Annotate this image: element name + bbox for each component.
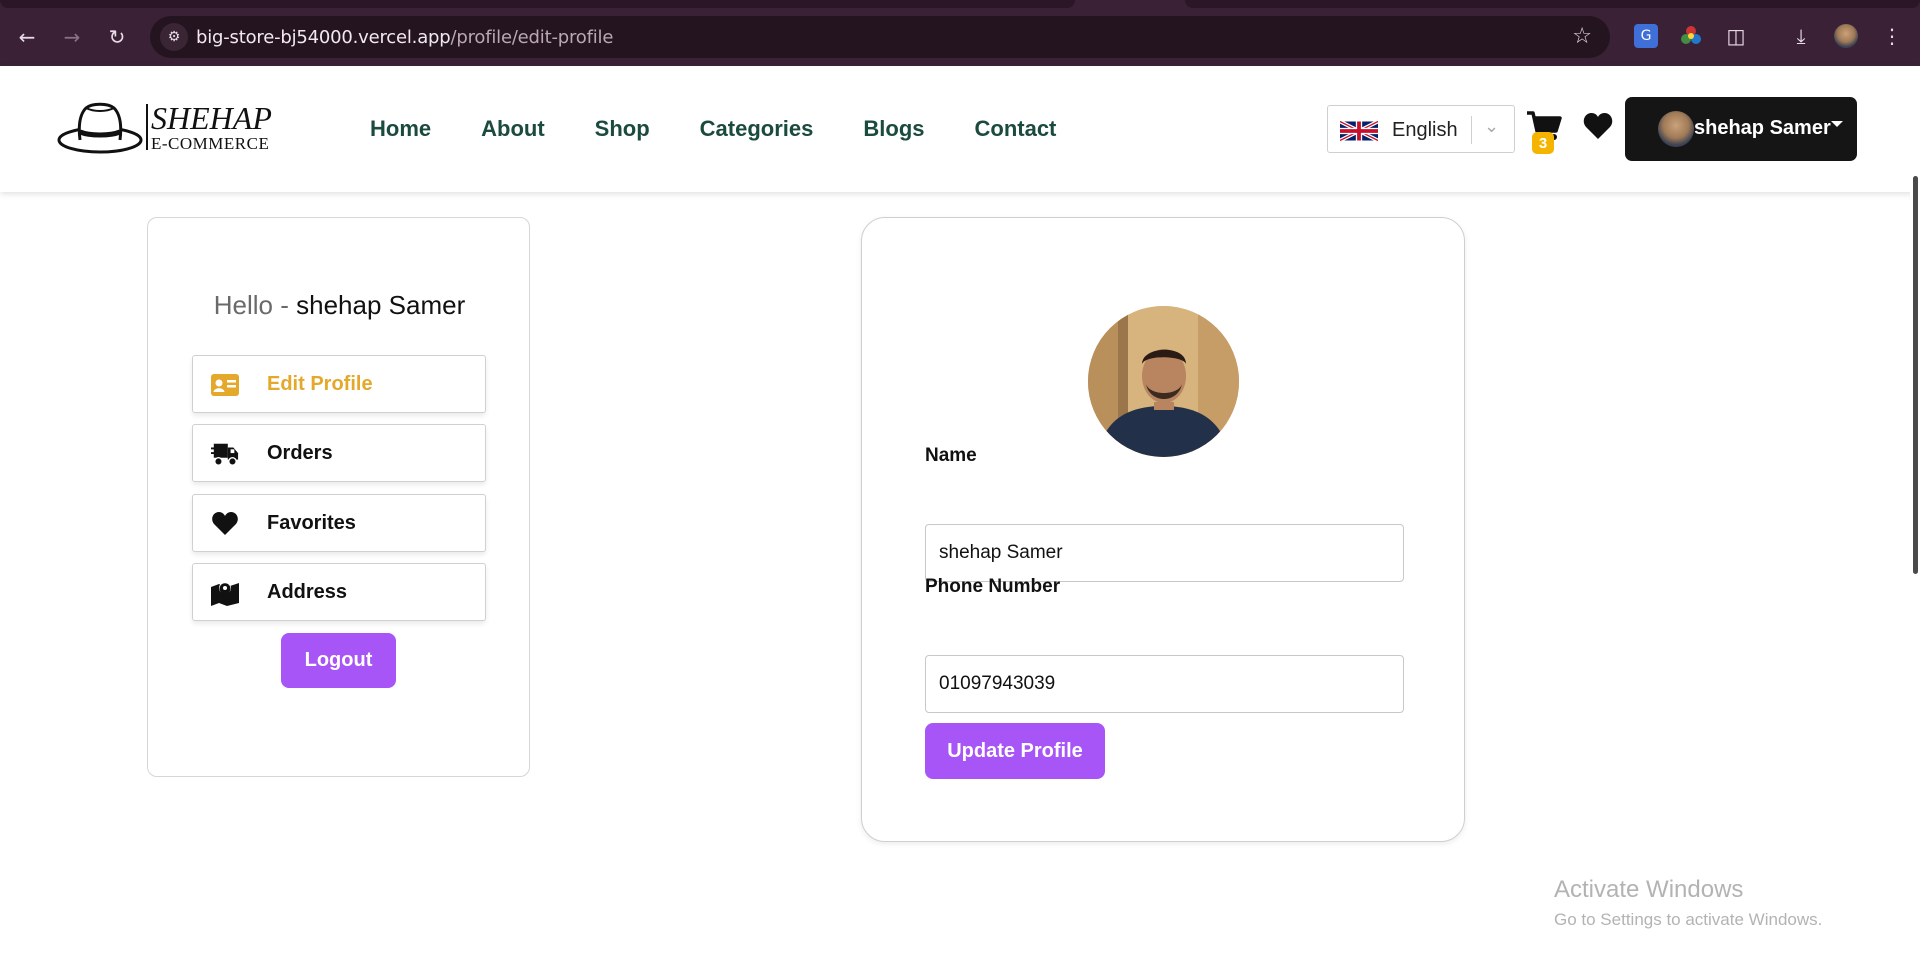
logout-button[interactable]: Logout xyxy=(281,633,396,688)
language-select[interactable]: English ⌄ xyxy=(1327,105,1515,153)
name-input[interactable] xyxy=(925,524,1404,582)
site-settings-icon[interactable]: ⚙ xyxy=(160,23,188,51)
hello-greeting: Hello - shehap Samer xyxy=(148,290,531,321)
page-scrollbar-thumb[interactable] xyxy=(1913,176,1918,574)
google-translate-icon[interactable]: G xyxy=(1634,24,1658,48)
nav-categories-link[interactable]: Categories xyxy=(700,116,814,142)
update-profile-button[interactable]: Update Profile xyxy=(925,723,1105,779)
url-host: big-store-bj54000.vercel.app xyxy=(196,27,451,48)
hello-name: shehap Samer xyxy=(296,290,466,320)
select-separator xyxy=(1471,116,1472,144)
language-label: English xyxy=(1392,119,1458,141)
heart-icon[interactable] xyxy=(1583,113,1613,143)
uk-flag-icon xyxy=(1340,119,1378,143)
brand-logo[interactable]: SHEHAP E-COMMERCE xyxy=(56,98,316,158)
caret-down-icon xyxy=(1831,121,1843,127)
profile-photo[interactable] xyxy=(1088,306,1239,457)
color-wheel-icon[interactable] xyxy=(1679,24,1703,48)
tab-strip xyxy=(0,0,1920,8)
main-nav: Home About Shop Categories Blogs Contact xyxy=(370,116,1106,142)
reload-icon[interactable]: ↻ xyxy=(102,22,132,52)
sidebar-item-favorites[interactable]: Favorites xyxy=(192,494,486,552)
address-bar[interactable]: ⚙ big-store-bj54000.vercel.app/profile/e… xyxy=(150,16,1610,58)
hello-prefix: Hello - xyxy=(213,290,297,320)
sidebar-item-orders[interactable]: Orders xyxy=(192,424,486,482)
profile-photo-image xyxy=(1088,306,1239,457)
nav-contact-link[interactable]: Contact xyxy=(975,116,1057,142)
user-name: shehap Samer xyxy=(1694,117,1831,139)
edit-profile-form: Name Phone Number Update Profile xyxy=(861,217,1465,842)
truck-icon xyxy=(211,443,239,466)
watermark-title: Activate Windows xyxy=(1554,876,1744,903)
sidebar-item-label: Favorites xyxy=(267,512,356,534)
tab-edge xyxy=(0,0,1075,8)
url-text[interactable]: big-store-bj54000.vercel.app/profile/edi… xyxy=(196,27,613,48)
sidebar-item-edit-profile[interactable]: Edit Profile xyxy=(192,355,486,413)
forward-arrow-icon[interactable]: → xyxy=(57,22,87,52)
cart-count-badge: 3 xyxy=(1532,132,1554,154)
kebab-menu-icon[interactable]: ⋮ xyxy=(1880,24,1904,48)
phone-label: Phone Number xyxy=(925,576,1061,597)
browser-toolbar: ← → ↻ ⚙ big-store-bj54000.vercel.app/pro… xyxy=(0,0,1920,66)
url-path: /profile/edit-profile xyxy=(450,27,614,48)
back-arrow-icon[interactable]: ← xyxy=(12,22,42,52)
cart-button[interactable]: 3 xyxy=(1526,110,1566,154)
hat-logo-icon xyxy=(57,102,143,154)
profile-sidebar: Hello - shehap Samer Edit Profile Orders… xyxy=(147,217,530,777)
avatar xyxy=(1658,111,1694,147)
nav-shop-link[interactable]: Shop xyxy=(595,116,650,142)
windows-activation-watermark: Activate Windows Go to Settings to activ… xyxy=(1554,876,1822,930)
nav-home-link[interactable]: Home xyxy=(370,116,431,142)
logo-brand-sub: E-COMMERCE xyxy=(151,134,270,153)
nav-about-link[interactable]: About xyxy=(481,116,545,142)
watermark-subtitle: Go to Settings to activate Windows. xyxy=(1554,910,1823,929)
color-wheel-svg xyxy=(1681,26,1701,44)
tab-edge xyxy=(1185,0,1920,8)
site-header: SHEHAP E-COMMERCE Home About Shop Catego… xyxy=(0,66,1920,192)
heart-icon xyxy=(212,512,238,535)
name-label: Name xyxy=(925,445,977,466)
sidebar-item-label: Address xyxy=(267,581,348,603)
sidebar-item-label: Orders xyxy=(267,442,333,464)
star-icon[interactable]: ☆ xyxy=(1572,24,1592,49)
sidebar-item-label: Edit Profile xyxy=(267,373,373,395)
id-card-icon xyxy=(211,374,239,396)
logo-divider xyxy=(146,104,148,150)
wishlist-heart-svg xyxy=(1583,113,1613,139)
user-menu-button[interactable]: shehap Samer xyxy=(1625,97,1857,161)
puzzle-icon[interactable]: ◫ xyxy=(1724,24,1748,48)
sidebar-item-address[interactable]: Address xyxy=(192,563,486,621)
logo-brand-name: SHEHAP xyxy=(151,100,272,136)
chevron-down-icon[interactable]: ⌄ xyxy=(1484,116,1499,137)
map-marker-icon xyxy=(211,582,239,606)
profile-avatar-icon[interactable] xyxy=(1834,24,1858,48)
download-icon[interactable]: ⤓ xyxy=(1789,24,1813,48)
nav-blogs-link[interactable]: Blogs xyxy=(863,116,924,142)
phone-input[interactable] xyxy=(925,655,1404,713)
